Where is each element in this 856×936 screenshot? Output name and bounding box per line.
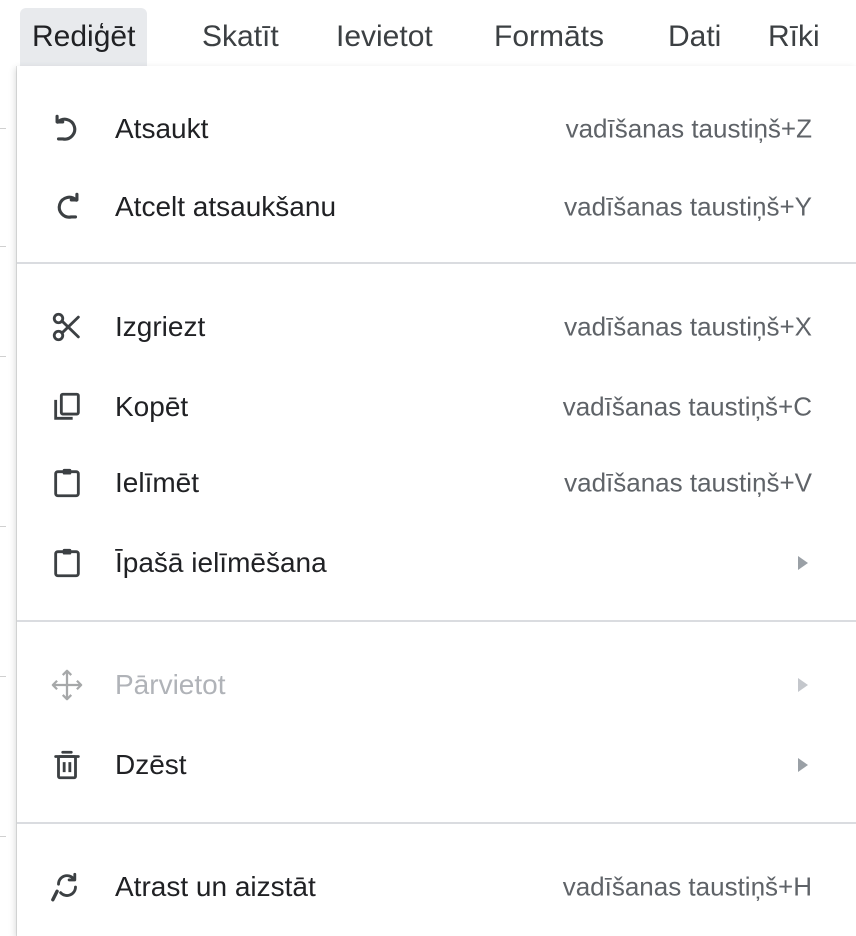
menu-item-delete[interactable]: Dzēst <box>17 726 856 804</box>
menu-item-paste[interactable]: Ielīmēt vadīšanas taustiņš+V <box>17 444 856 522</box>
background-tick <box>0 128 6 129</box>
scissors-icon <box>47 307 87 347</box>
menu-item-redo[interactable]: Atcelt atsaukšanu vadīšanas taustiņš+Y <box>17 168 856 246</box>
clipboard-icon <box>47 463 87 503</box>
submenu-arrow-icon <box>798 556 808 570</box>
menu-item-copy[interactable]: Kopēt vadīšanas taustiņš+C <box>17 368 856 446</box>
move-icon <box>47 665 87 705</box>
menu-separator <box>17 620 856 622</box>
edit-dropdown-menu: Atsaukt vadīšanas taustiņš+Z Atcelt atsa… <box>17 66 856 936</box>
menu-item-find-replace[interactable]: Atrast un aizstāt vadīšanas taustiņš+H <box>17 848 856 926</box>
copy-icon <box>47 387 87 427</box>
submenu-arrow-icon <box>798 678 808 692</box>
background-tick <box>0 526 6 527</box>
background-tick <box>0 676 6 677</box>
menu-separator <box>17 262 856 264</box>
menu-separator <box>17 822 856 824</box>
shortcut-label: vadīšanas taustiņš+Y <box>564 191 812 222</box>
trash-icon <box>47 745 87 785</box>
background-tick <box>0 836 6 837</box>
menu-format[interactable]: Formāts <box>482 8 616 66</box>
menu-edit[interactable]: Rediģēt <box>20 8 148 66</box>
clipboard-icon <box>47 543 87 583</box>
menu-item-label: Pārvietot <box>115 669 226 700</box>
menu-item-label: Ielīmēt <box>115 467 200 498</box>
shortcut-label: vadīšanas taustiņš+Z <box>565 113 812 144</box>
menu-item-label: Īpašā ielīmēšana <box>115 547 327 578</box>
shortcut-label: vadīšanas taustiņš+C <box>562 391 812 422</box>
menu-bar: Rediģēt Skatīt Ievietot Formāts Dati Rīk… <box>0 0 856 72</box>
shortcut-label: vadīšanas taustiņš+H <box>562 871 812 902</box>
menu-item-label: Kopēt <box>115 391 189 422</box>
menu-item-undo[interactable]: Atsaukt vadīšanas taustiņš+Z <box>17 90 856 168</box>
menu-item-label: Izgriezt <box>115 311 206 342</box>
background-tick <box>0 246 6 247</box>
menu-item-cut[interactable]: Izgriezt vadīšanas taustiņš+X <box>17 288 856 366</box>
background-tick <box>0 356 6 357</box>
menu-item-label: Atsaukt <box>115 113 209 144</box>
shortcut-label: vadīšanas taustiņš+X <box>564 311 812 342</box>
shortcut-label: vadīšanas taustiņš+V <box>564 467 812 498</box>
menu-item-label: Dzēst <box>115 749 187 780</box>
menu-tools[interactable]: Rīki <box>756 8 832 66</box>
redo-icon <box>47 187 87 227</box>
background-page-edge <box>0 66 17 936</box>
menu-view[interactable]: Skatīt <box>190 8 291 66</box>
submenu-arrow-icon <box>798 758 808 772</box>
undo-icon <box>47 109 87 149</box>
menu-item-label: Atrast un aizstāt <box>115 871 316 902</box>
menu-item-move: Pārvietot <box>17 646 856 724</box>
menu-item-paste-special[interactable]: Īpašā ielīmēšana <box>17 524 856 602</box>
menu-insert[interactable]: Ievietot <box>324 8 445 66</box>
menu-item-label: Atcelt atsaukšanu <box>115 191 337 222</box>
find-replace-icon <box>47 867 87 907</box>
menu-data[interactable]: Dati <box>656 8 733 66</box>
